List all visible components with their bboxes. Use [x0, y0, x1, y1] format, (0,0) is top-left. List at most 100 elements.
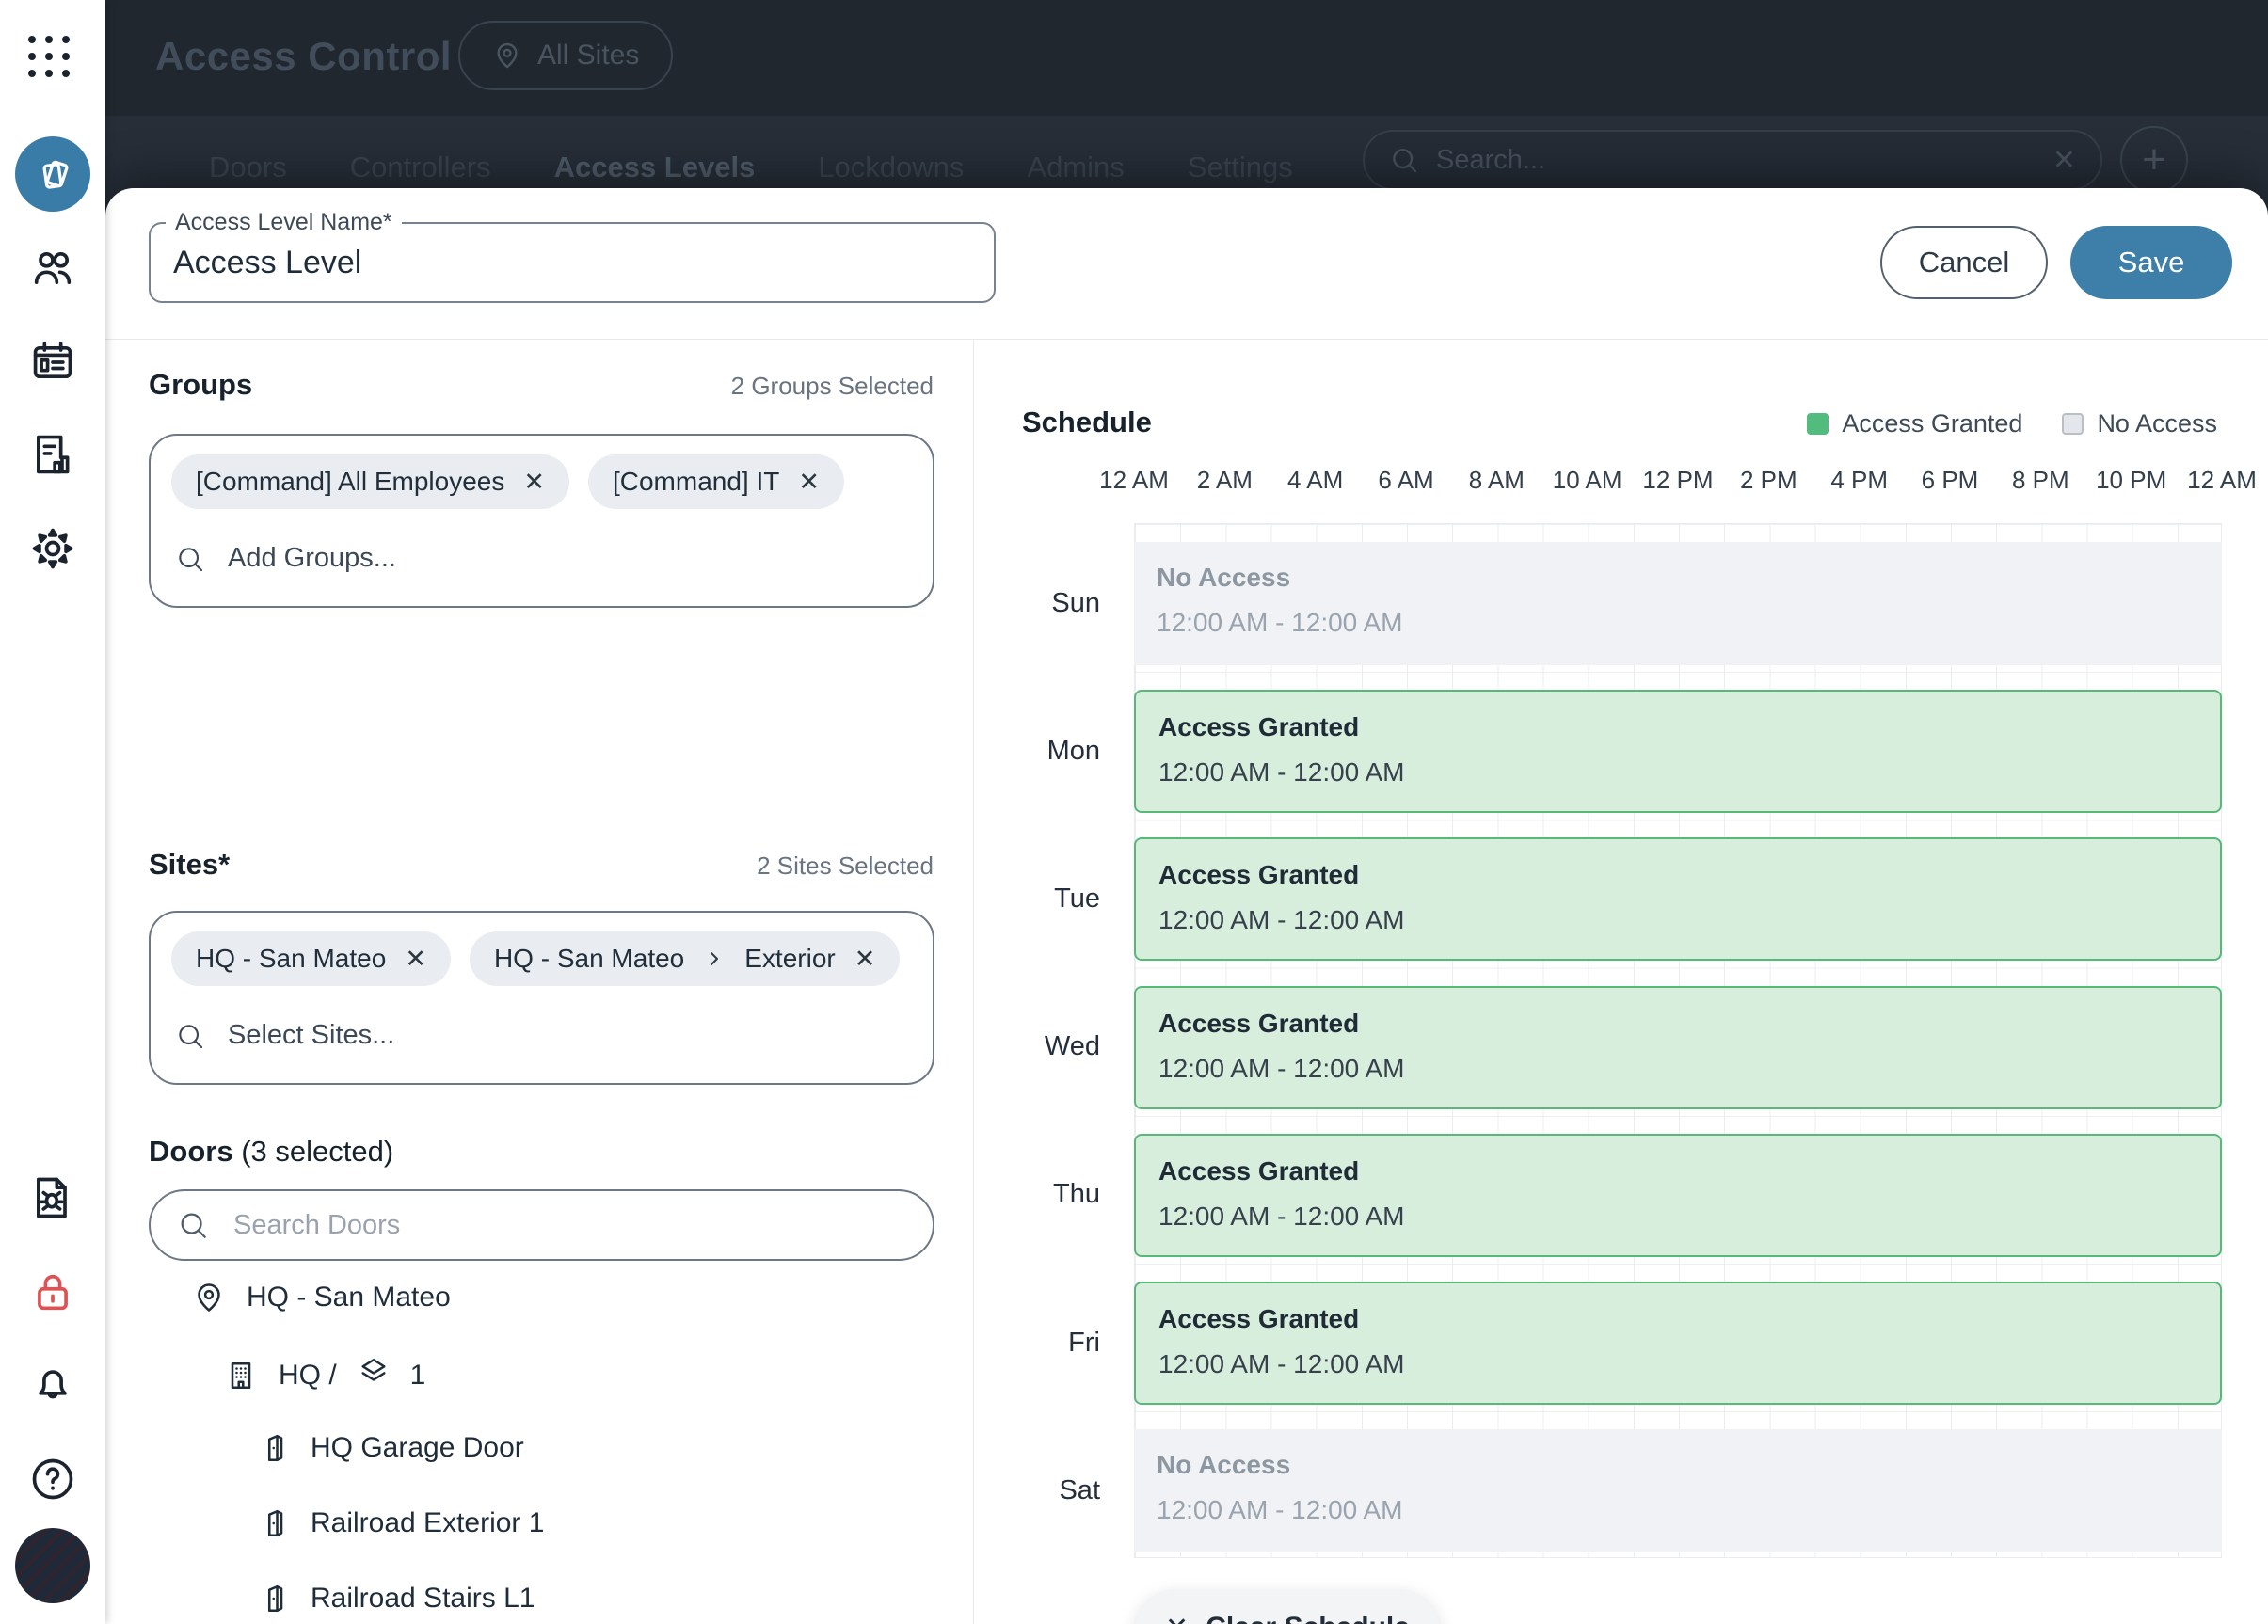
group-chip-command-all-employees[interactable]: [Command] All Employees ✕: [171, 454, 569, 509]
site-chip-hq-san-mateo[interactable]: HQ - San Mateo ✕: [171, 931, 451, 986]
remove-chip-icon[interactable]: ✕: [405, 945, 426, 974]
chevron-right-icon: [703, 947, 726, 970]
time-label-3: 6 AM: [1378, 466, 1433, 495]
bar-time-range: 12:00 AM - 12:00 AM: [1157, 608, 2222, 638]
bug-report-icon[interactable]: [28, 1173, 77, 1222]
bar-time-range: 12:00 AM - 12:00 AM: [1158, 1054, 2220, 1084]
site-chip-label: HQ - San Mateo: [494, 944, 684, 974]
doors-header: Doors (3 selected): [149, 1135, 934, 1169]
clear-search-icon[interactable]: ✕: [2052, 144, 2076, 177]
remove-chip-icon[interactable]: ✕: [523, 468, 545, 497]
door-item-railroad-stairs-l1[interactable]: Railroad Stairs L1: [256, 1582, 535, 1616]
site-chip-label: HQ - San Mateo: [196, 944, 386, 974]
door-tree-floor[interactable]: HQ / 1: [224, 1356, 425, 1395]
door-item-hq-garage-door[interactable]: HQ Garage Door: [256, 1431, 524, 1465]
doors-search-field[interactable]: [149, 1189, 934, 1261]
select-sites-field[interactable]: Select Sites...: [175, 1020, 912, 1051]
add-button[interactable]: +: [2120, 126, 2188, 194]
schedule-bar-mon[interactable]: Access Granted 12:00 AM - 12:00 AM: [1134, 690, 2222, 813]
site-filter-button[interactable]: All Sites: [458, 21, 673, 90]
calendar-icon[interactable]: [28, 338, 77, 387]
user-avatar[interactable]: [15, 1528, 90, 1603]
add-groups-placeholder: Add Groups...: [228, 543, 396, 574]
legend-label: Access Granted: [1842, 409, 2022, 438]
time-label-4: 8 AM: [1469, 466, 1525, 495]
remove-chip-icon[interactable]: ✕: [798, 468, 820, 497]
search-icon: [175, 544, 205, 574]
day-label-tue: Tue: [1054, 884, 1100, 915]
legend-swatch-no_access: [2062, 413, 2084, 435]
group-chip-command-it[interactable]: [Command] IT ✕: [588, 454, 844, 509]
time-label-0: 12 AM: [1099, 466, 1169, 495]
reports-icon[interactable]: [28, 430, 77, 479]
clear-icon: ✕: [1165, 1612, 1189, 1624]
bar-time-range: 12:00 AM - 12:00 AM: [1158, 1349, 2220, 1379]
users-icon[interactable]: [28, 244, 77, 293]
schedule-bar-tue[interactable]: Access Granted12:00 AM - 12:00 AM: [1134, 837, 2222, 961]
schedule-bar-wed[interactable]: Access Granted12:00 AM - 12:00 AM: [1134, 986, 2222, 1109]
group-chip-label: [Command] IT: [613, 467, 779, 497]
door-item-label: Railroad Exterior 1: [311, 1507, 544, 1539]
bar-status-label: Access Granted: [1158, 860, 2220, 890]
add-groups-field[interactable]: Add Groups...: [175, 543, 912, 574]
doors-summary: (3 selected): [241, 1135, 393, 1168]
time-label-10: 8 PM: [2012, 466, 2069, 495]
time-label-11: 10 PM: [2096, 466, 2166, 495]
page-title: Access Control: [155, 34, 452, 79]
search-input[interactable]: [1436, 145, 2036, 176]
schedule-bar-sun[interactable]: No Access 12:00 AM - 12:00 AM: [1134, 542, 2222, 665]
bar-status-label: Access Granted: [1158, 712, 2220, 742]
legend-item-granted: Access Granted: [1807, 409, 2022, 438]
door-item-railroad-exterior-1[interactable]: Railroad Exterior 1: [256, 1506, 544, 1540]
day-label-sun: Sun: [1051, 588, 1100, 619]
clear-schedule-button[interactable]: ✕ Clear Schedule: [1136, 1589, 1439, 1624]
access-control-icon[interactable]: [15, 136, 90, 212]
time-label-1: 2 AM: [1197, 466, 1253, 495]
bar-status-label: No Access: [1157, 563, 2222, 593]
site-chip-sublabel: Exterior: [744, 944, 835, 974]
settings-gear-icon[interactable]: [28, 524, 77, 573]
access-level-name-field[interactable]: Access Level Name*: [149, 222, 996, 303]
access-level-name-label: Access Level Name*: [166, 209, 402, 236]
schedule-bar-thu[interactable]: Access Granted 12:00 AM - 12:00 AM: [1134, 1134, 2222, 1257]
doors-search-input[interactable]: [233, 1210, 906, 1241]
groups-summary: 2 Groups Selected: [731, 372, 934, 401]
groups-header: Groups 2 Groups Selected: [149, 368, 934, 402]
bar-status-label: Access Granted: [1158, 1156, 2220, 1186]
legend-item-no_access: No Access: [2062, 409, 2217, 438]
door-tree-floor-building: HQ /: [279, 1360, 337, 1392]
legend-label: No Access: [2097, 409, 2217, 438]
access-level-modal: Access Level Name* Cancel Save Groups 2 …: [105, 188, 2268, 1624]
schedule-pane: Schedule Access GrantedNo Access 12 AM2 …: [974, 340, 2268, 1624]
time-label-7: 2 PM: [1740, 466, 1797, 495]
header-search[interactable]: ✕: [1363, 130, 2102, 190]
save-button[interactable]: Save: [2070, 226, 2232, 299]
groups-select-box: [Command] All Employees ✕ [Command] IT ✕ Ad…: [149, 434, 934, 608]
help-icon[interactable]: [28, 1455, 77, 1504]
clear-schedule-label: Clear Schedule: [1206, 1612, 1410, 1624]
schedule-bar-sat[interactable]: No Access12:00 AM - 12:00 AM: [1134, 1429, 2222, 1552]
cancel-button[interactable]: Cancel: [1880, 226, 2048, 299]
remove-chip-icon[interactable]: ✕: [854, 945, 876, 974]
layers-icon: [358, 1356, 390, 1395]
bar-status-label: Access Granted: [1158, 1304, 2220, 1334]
schedule-bar-fri[interactable]: Access Granted 12:00 AM - 12:00 AM: [1134, 1282, 2222, 1405]
site-chip-hq-san-mateoexterior[interactable]: HQ - San Mateo Exterior ✕: [470, 931, 900, 986]
search-icon: [1389, 145, 1419, 175]
group-chip-label: [Command] All Employees: [196, 467, 504, 497]
lockdown-icon[interactable]: [28, 1267, 77, 1316]
schedule-day-labels: SunMonTueWedThuFriSat: [974, 523, 1117, 1558]
groups-title: Groups: [149, 368, 252, 402]
time-label-8: 4 PM: [1830, 466, 1888, 495]
door-tree-site[interactable]: HQ - San Mateo: [192, 1281, 451, 1314]
apps-grid-icon[interactable]: [28, 36, 77, 85]
location-pin-icon: [192, 1281, 226, 1314]
bar-time-range: 12:00 AM - 12:00 AM: [1158, 757, 2220, 788]
bar-time-range: 12:00 AM - 12:00 AM: [1157, 1495, 2222, 1525]
bar-time-range: 12:00 AM - 12:00 AM: [1158, 1202, 2220, 1232]
schedule-time-axis: 12 AM2 AM4 AM6 AM8 AM10 AM12 PM2 PM4 PM6…: [1134, 466, 2222, 498]
time-label-5: 10 AM: [1553, 466, 1622, 495]
door-item-label: Railroad Stairs L1: [311, 1583, 535, 1615]
notifications-bell-icon[interactable]: [28, 1359, 77, 1408]
sites-header: Sites* 2 Sites Selected: [149, 848, 934, 882]
